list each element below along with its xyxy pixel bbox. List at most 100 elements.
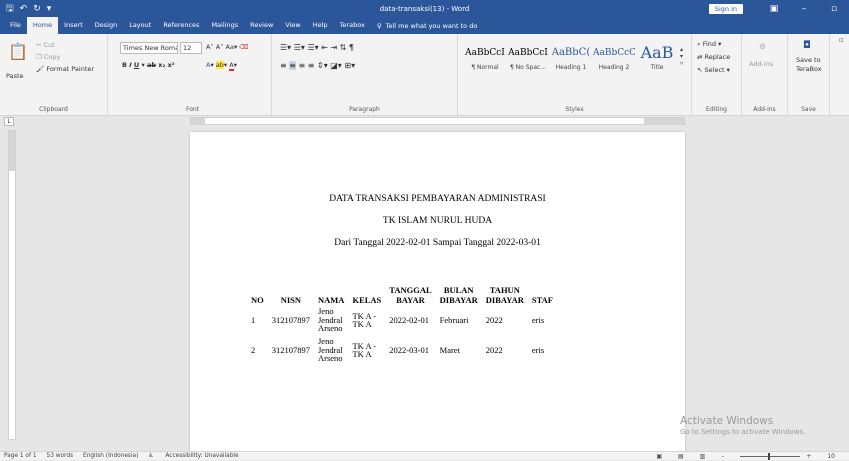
table-header-cell: NAMA — [314, 285, 348, 305]
table-cell-kelas: TK A - TK A — [348, 335, 385, 365]
save-to-terabox-line1[interactable]: Save to — [796, 56, 821, 64]
tab-design[interactable]: Design — [89, 17, 123, 34]
table-header-cell: KELAS — [348, 285, 385, 305]
cut-button[interactable]: ✂ Cut — [36, 41, 55, 49]
table-cell-bulan: Maret — [439, 344, 460, 355]
grow-shrink-font-icons[interactable]: A˄ A˅ Aa▾ ⌫ — [206, 43, 249, 51]
style-name: Title — [650, 64, 664, 71]
style-item[interactable]: AaBbCcI ¶ No Spac... — [507, 42, 549, 78]
save-icon[interactable]: 🖫 — [6, 1, 14, 17]
table-header-line: TANGGAL — [389, 285, 432, 295]
clipboard-group: 📋 Paste ✂ Cut ❐ Copy 🖌 Format Painter Cl… — [0, 34, 108, 116]
table-header-line: NISN — [280, 295, 302, 305]
table-cell-nisn: 312107897 — [271, 344, 310, 355]
zoom-in-icon[interactable]: + — [806, 453, 811, 460]
word-count[interactable]: 53 words — [47, 453, 74, 459]
font-color-buttons[interactable]: A▾ ab▾ A▾ — [206, 61, 237, 71]
paste-button[interactable]: Paste — [6, 72, 24, 80]
tab-home[interactable]: Home — [26, 17, 59, 34]
style-name: ¶ Normal — [471, 64, 499, 71]
style-item[interactable]: AaBbCcC Heading 2 — [593, 42, 635, 78]
web-layout-icon[interactable]: ▥ — [700, 453, 706, 460]
styles-label: Styles — [565, 106, 584, 113]
table-header-line: NO — [251, 295, 264, 305]
table-cell-bulan: Februari — [439, 314, 469, 325]
style-sample: AaB — [640, 43, 674, 62]
select-button[interactable]: ↖ Select ▾ — [697, 66, 730, 74]
clipboard-label: Clipboard — [39, 106, 68, 113]
table-header-line: KELAS — [352, 295, 382, 305]
table-header-cell: NISN — [268, 285, 314, 305]
tab-references[interactable]: References — [157, 17, 205, 34]
tab-insert[interactable]: Insert — [58, 17, 89, 34]
horizontal-ruler[interactable] — [190, 117, 685, 125]
paste-icon[interactable]: 📋 — [8, 42, 28, 61]
style-item[interactable]: AaBbCcI ¶ Normal — [464, 42, 506, 78]
list-buttons[interactable]: ☰▾ ☰▾ ☰▾ ⇤ ⇥ ⇅ ¶ — [280, 43, 354, 52]
font-name-box[interactable]: Times New Roma — [120, 42, 178, 54]
accessibility-status[interactable]: ♿ Accessibility: Unavailable — [148, 453, 248, 459]
table-cell-tanggal: 2022-02-01 — [389, 314, 429, 325]
table-header-cell: TAHUN DIBAYAR — [482, 285, 528, 305]
zoom-level[interactable]: 10 — [827, 453, 835, 460]
table-header-line: BAYAR — [396, 295, 425, 305]
tell-me-search[interactable]: ♀ Tell me what you want to do — [377, 22, 477, 30]
save-group: ◘ Save to TeraBox Save — [788, 34, 830, 116]
print-layout-icon[interactable]: ▤ — [678, 453, 684, 460]
save-label: Save — [801, 106, 816, 113]
tab-review[interactable]: Review — [244, 17, 279, 34]
style-item[interactable]: AaB Title — [636, 42, 678, 78]
editing-label: Editing — [706, 106, 727, 113]
undo-icon[interactable]: ↶ — [20, 4, 28, 14]
zoom-slider[interactable] — [740, 453, 801, 460]
styles-more-icon[interactable]: ▴ ▾ ▿ — [680, 46, 683, 67]
sign-in-button[interactable]: Sign in — [708, 3, 743, 14]
addins-button[interactable]: Add-ins — [749, 60, 773, 68]
focus-mode-icon[interactable]: ▣ — [656, 453, 662, 460]
scissors-icon: ✂ — [36, 41, 44, 49]
tab-help[interactable]: Help — [307, 17, 334, 34]
table-header-line: DIBAYAR — [439, 295, 478, 305]
tab-file[interactable]: File — [4, 17, 27, 34]
transactions-table: NO NISN NAMA KELAS TANGGAL BAYAR BULAN DIBAYAR T… — [247, 285, 557, 365]
save-to-terabox-line2[interactable]: TeraBox — [796, 65, 822, 73]
table-header-line: DIBAYAR — [485, 295, 524, 305]
tab-selector[interactable]: L — [4, 117, 14, 126]
table-cell-no: 1 — [251, 314, 256, 325]
terabox-icon[interactable]: ◘ — [803, 40, 811, 51]
maximize-icon[interactable]: ▫ — [819, 4, 849, 14]
document-page[interactable]: DATA TRANSAKSI PEMBAYARAN ADMINISTRASI T… — [190, 132, 685, 452]
style-item[interactable]: AaBbC(Heading 1 — [550, 42, 592, 78]
vertical-ruler[interactable] — [8, 130, 16, 440]
language-indicator[interactable]: English (Indonesia) — [83, 453, 138, 459]
tab-mailings[interactable]: Mailings — [205, 17, 244, 34]
table-cell-tanggal: 2022-03-01 — [389, 344, 429, 355]
page-count[interactable]: Page 1 of 1 — [4, 453, 37, 459]
table-header-line: NAMA — [318, 295, 345, 305]
alignment-buttons[interactable]: ≡ ≡ ≡ ≡ ⇕▾ ◪▾ ⊞▾ — [280, 61, 355, 70]
table-header-cell: BULAN DIBAYAR — [436, 285, 482, 305]
ribbon-display-options-icon[interactable]: ▣ — [759, 4, 789, 14]
tab-layout[interactable]: Layout — [123, 17, 157, 34]
minimize-icon[interactable]: – — [789, 4, 819, 14]
font-format-buttons[interactable]: B I U ▾ ab x₂ x² — [122, 61, 175, 69]
find-button[interactable]: ⌕ Find ▾ — [697, 40, 721, 49]
font-size-box[interactable]: 12 — [180, 42, 202, 54]
document-date-range: Dari Tanggal 2022-02-01 Sampai Tanggal 2… — [334, 238, 541, 248]
addins-icon[interactable]: ⚙ — [759, 42, 766, 51]
format-painter-button[interactable]: 🖌 Format Painter — [36, 65, 94, 73]
zoom-out-icon[interactable]: – — [721, 453, 724, 460]
table-header-cell: TANGGAL BAYAR — [385, 285, 435, 305]
collapse-ribbon-icon[interactable]: ▫ — [839, 36, 844, 44]
accessibility-icon: ♿ — [148, 453, 156, 459]
styles-group: AaBbCcI ¶ Normal AaBbCcI ¶ No Spac... AaBbC(… — [458, 34, 692, 116]
tab-view[interactable]: View — [279, 17, 306, 34]
table-header-line: TAHUN — [489, 285, 520, 295]
copy-button[interactable]: ❐ Copy — [36, 53, 60, 61]
cell-line: TK A — [352, 349, 372, 359]
replace-button[interactable]: ⇄ Replace — [697, 53, 730, 61]
redo-icon[interactable]: ↻ — [33, 4, 41, 14]
lightbulb-icon: ♀ — [376, 21, 382, 30]
tab-terabox[interactable]: Terabox — [334, 17, 371, 34]
customize-qat-icon[interactable]: ▾ — [47, 4, 52, 14]
